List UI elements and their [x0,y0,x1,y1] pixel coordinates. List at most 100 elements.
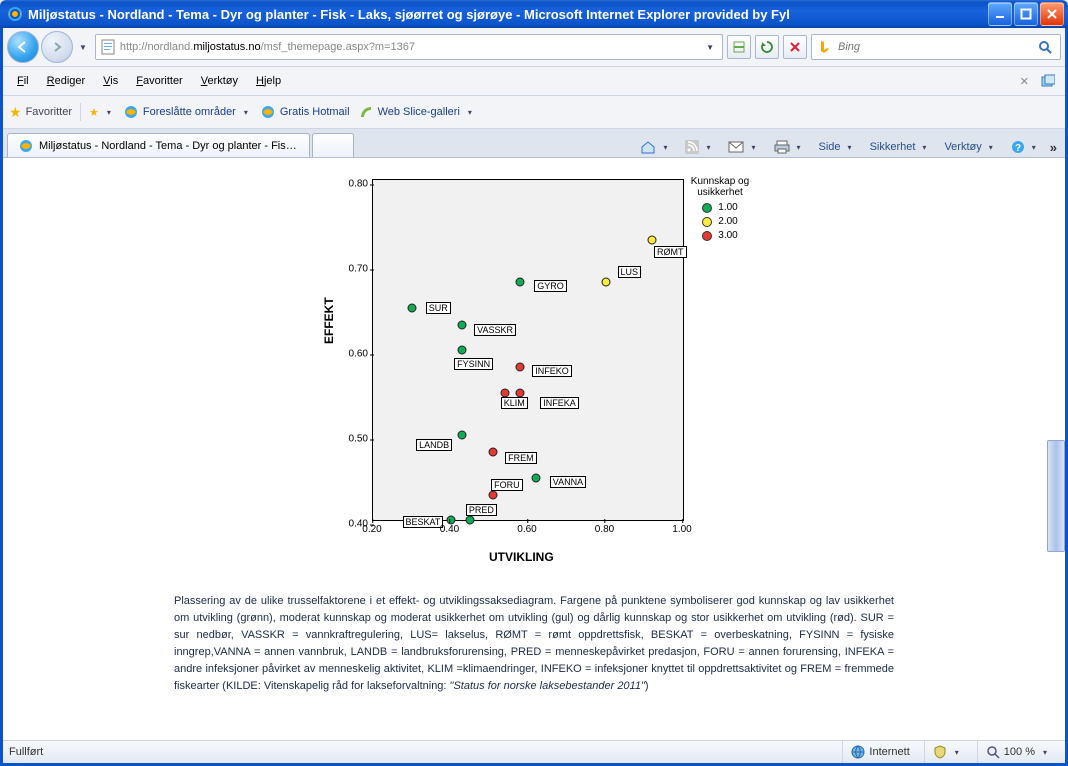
data-point [648,235,657,244]
search-box[interactable] [811,34,1061,60]
new-tab-button[interactable] [312,133,354,157]
window-titlebar: Miljøstatus - Nordland - Tema - Dyr og p… [0,0,1068,28]
data-point-label: VANNA [550,476,586,488]
data-point-label: FYSINN [454,358,493,370]
legend-title: Kunnskap og usikkerhet [684,176,756,198]
data-point-label: LANDB [416,439,452,451]
tab-active[interactable]: Miljøstatus - Nordland - Tema - Dyr og p… [7,133,310,157]
menu-vis[interactable]: Vis [95,72,126,90]
legend-item: 2.00 [684,216,756,227]
tab-label: Miljøstatus - Nordland - Tema - Dyr og p… [39,140,299,152]
tools-menu[interactable]: Verktøy▾ [940,139,1000,155]
window-title: Miljøstatus - Nordland - Tema - Dyr og p… [28,7,988,22]
ie-small-icon [260,104,276,120]
y-tick: 0.60 [340,349,368,360]
favorites-bar: ★ Favoritter ★▾ Foreslåtte områder▾ Grat… [3,96,1065,129]
window-maximize-button[interactable] [1014,2,1038,26]
ie-small-icon [123,104,139,120]
recent-pages-dropdown[interactable]: ▼ [79,43,87,52]
data-point-label: FORU [491,479,523,491]
data-point [516,388,525,397]
data-point [516,363,525,372]
data-point [531,473,540,482]
data-point-label: VASSKR [474,324,516,336]
ie-small-icon [18,138,34,154]
security-zone[interactable]: Internett [842,741,917,763]
data-point-label: RØMT [654,246,687,258]
menu-favoritter[interactable]: Favoritter [128,72,190,90]
refresh-button[interactable] [755,35,779,59]
menu-fil[interactable]: Fil [9,72,37,90]
shield-icon [933,745,947,759]
search-input[interactable] [836,40,1030,54]
status-text: Fullført [9,746,43,758]
close-icon[interactable]: ✕ [1014,75,1035,88]
search-go-button[interactable] [1034,36,1056,58]
svg-text:?: ? [1015,143,1021,154]
page-menu[interactable]: Side▾ [815,139,860,155]
address-bar[interactable]: http://nordland.miljostatus.no/msf_theme… [95,34,723,60]
menu-verktoy[interactable]: Verktøy [193,72,246,90]
favorites-button[interactable]: ★ Favoritter [9,104,72,121]
window-minimize-button[interactable] [988,2,1012,26]
webslice-icon [358,104,374,120]
data-point [489,490,498,499]
compat-view-button[interactable] [727,35,751,59]
x-axis-label: UTVIKLING [489,550,554,564]
ie-icon [7,6,23,22]
menu-rediger[interactable]: Rediger [39,72,94,90]
x-tick: 0.40 [440,524,459,535]
data-point [458,431,467,440]
vertical-scrollbar-thumb[interactable] [1047,440,1065,552]
y-tick: 0.80 [340,179,368,190]
safety-menu[interactable]: Sikkerhet▾ [866,139,935,155]
mail-button[interactable]: ▾ [724,139,763,155]
data-point-label: INFEKA [540,397,579,409]
tabbar: Miljøstatus - Nordland - Tema - Dyr og p… [3,129,1065,158]
address-url: http://nordland.miljostatus.no/msf_theme… [120,41,698,53]
chart-caption: Plassering av de ulike trusselfaktorene … [174,593,894,695]
zoom-icon [986,745,1000,759]
page-viewport[interactable]: SUR VASSKR FYSINN GYRO LANDB BESKAT PRED VANNA L… [3,158,1065,740]
favbar-link-hotmail[interactable]: Gratis Hotmail [260,104,350,120]
statusbar: Fullført Internett ▾ 100 % ▾ [3,740,1065,763]
chart-legend: Kunnskap og usikkerhet 1.00 2.00 3.00 [684,176,756,241]
nav-back-button[interactable] [7,31,39,63]
data-point-label: LUS [618,266,642,278]
zoom-control[interactable]: 100 % ▾ [977,741,1059,763]
help-button[interactable]: ?▾ [1007,138,1044,156]
add-favorite-button[interactable]: ★▾ [89,106,115,119]
globe-icon [851,745,865,759]
print-button[interactable]: ▾ [770,138,809,156]
data-point-label: SUR [426,302,451,314]
favbar-link-suggested[interactable]: Foreslåtte områder▾ [123,104,252,120]
star-icon: ★ [9,104,22,121]
data-point [407,303,416,312]
nav-forward-button[interactable] [41,31,73,63]
favbar-link-webslice[interactable]: Web Slice-galleri▾ [358,104,476,120]
legend-item: 1.00 [684,202,756,213]
feeds-button[interactable]: ▾ [681,138,718,156]
restore-tabs-icon[interactable] [1037,74,1059,88]
legend-item: 3.00 [684,230,756,241]
data-point-label: PRED [466,504,497,516]
x-tick: 0.60 [517,524,536,535]
x-tick: 0.80 [595,524,614,535]
window-close-button[interactable] [1040,2,1064,26]
menu-hjelp[interactable]: Hjelp [248,72,289,90]
page-icon [100,39,116,55]
toolbar-overflow[interactable]: » [1050,140,1057,155]
stop-button[interactable] [783,35,807,59]
data-point-label: BESKAT [403,516,444,528]
data-point [465,516,474,525]
protected-mode[interactable]: ▾ [924,741,971,763]
y-tick: 0.50 [340,434,368,445]
data-point-label: GYRO [534,280,567,292]
address-history-dropdown[interactable]: ▼ [706,43,714,52]
scatter-chart: SUR VASSKR FYSINN GYRO LANDB BESKAT PRED VANNA L… [314,174,754,569]
y-tick: 0.70 [340,264,368,275]
star-add-icon: ★ [89,106,99,119]
data-point [489,448,498,457]
home-button[interactable]: ▾ [636,137,675,157]
data-point-label: INFEKO [532,365,572,377]
